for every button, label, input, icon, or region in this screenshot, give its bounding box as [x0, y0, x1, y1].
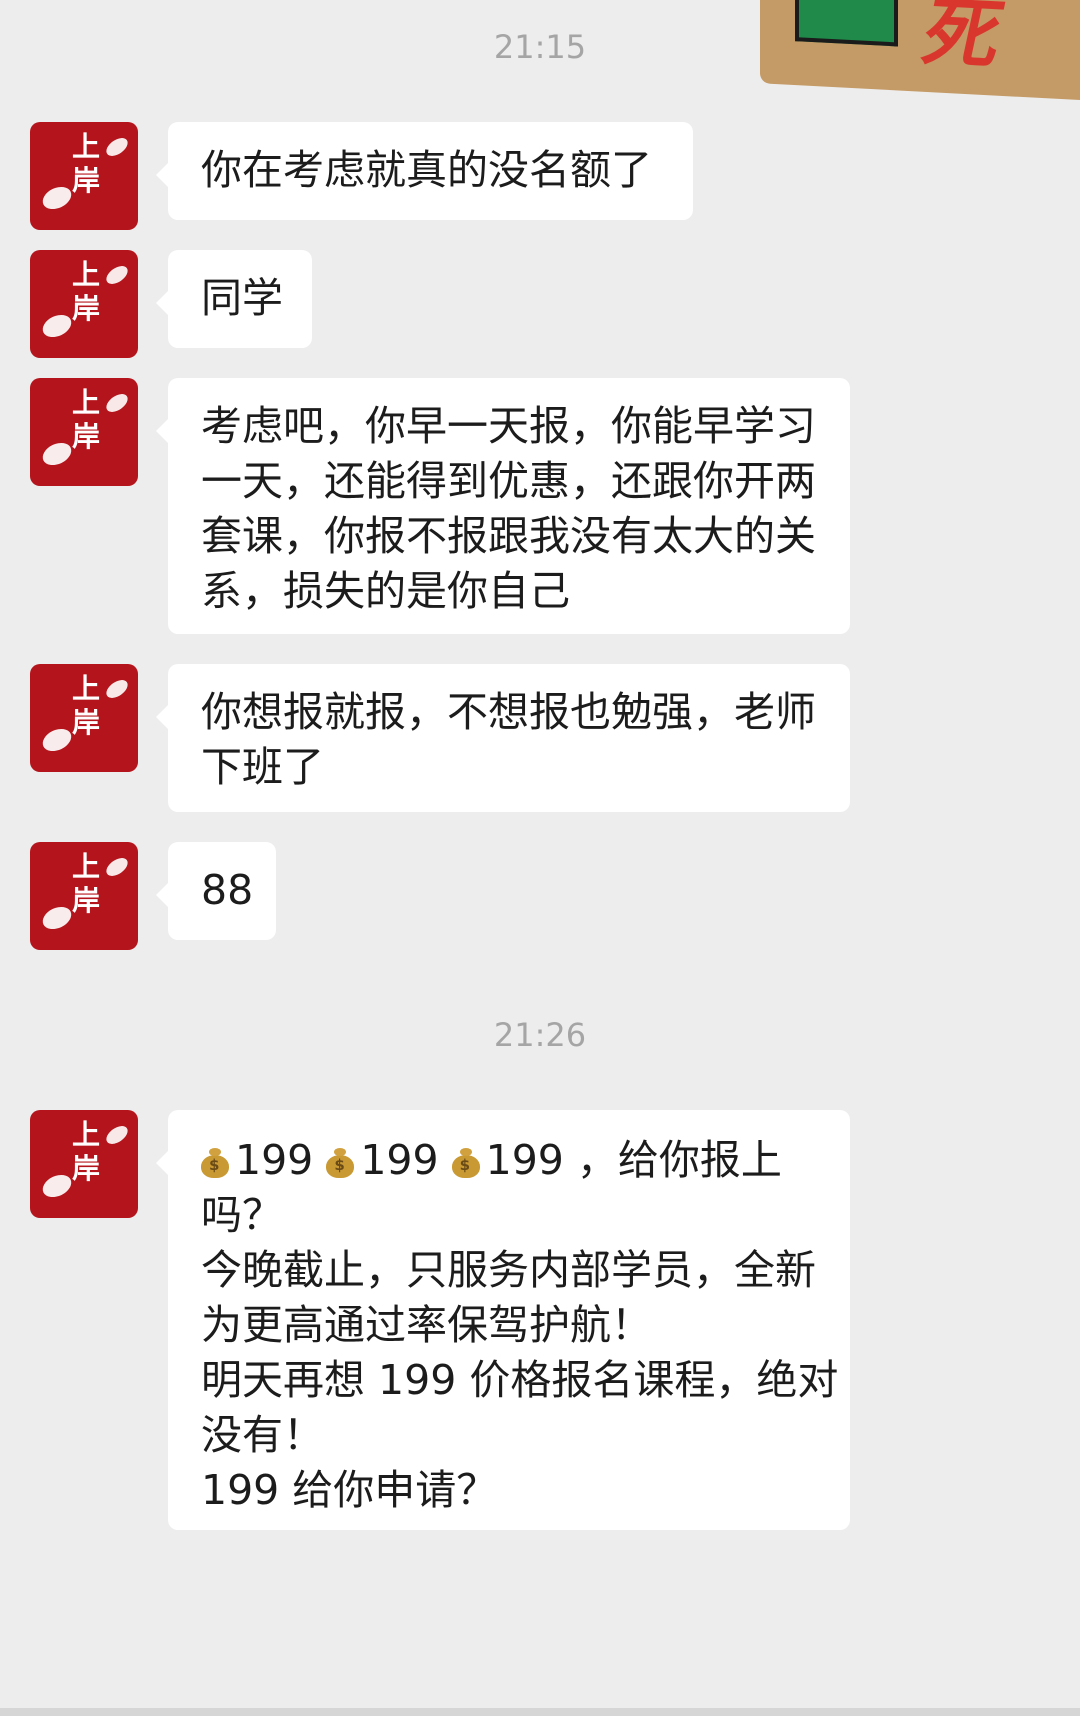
timestamp: 21:26 [493, 1016, 587, 1054]
avatar-logo-text: 上岸 [72, 672, 101, 739]
money-bag-tie-icon [459, 1148, 472, 1156]
money-bag-tie-icon [334, 1148, 347, 1156]
koi-icon [103, 1122, 131, 1148]
message-text: 明天再想 199 价格报名课程，绝对 [201, 1356, 839, 1404]
message-text: 一天，还能得到优惠，还跟你开两 [201, 457, 816, 505]
message-bubble[interactable]: 199 199 199 ，给你报上 吗？ 今晚截止，只服务内部学员，全新 为更高… [156, 1110, 850, 1530]
message-bubble[interactable]: 88 [156, 842, 276, 940]
message-bubble[interactable]: 考虑吧，你早一天报，你能早学习 一天，还能得到优惠，还跟你开两 套课，你报不报跟… [156, 378, 850, 634]
message-text: 套课，你报不报跟我没有太大的关 [201, 512, 816, 560]
koi-icon [39, 1170, 75, 1202]
chat-message: 上岸 同学 [30, 250, 312, 358]
koi-icon [103, 262, 131, 288]
koi-icon [39, 438, 75, 470]
avatar-logo-text: 上岸 [72, 850, 101, 917]
message-text: 199 给你申请？ [201, 1466, 498, 1514]
message-bubble[interactable]: 同学 [156, 250, 312, 348]
message-text: 88 [201, 866, 254, 914]
message-bubble[interactable]: 你在考虑就真的没名额了 [156, 122, 693, 220]
money-bag-tie-icon [209, 1148, 221, 1156]
message-text: 你在考虑就真的没名额了 [201, 146, 652, 194]
avatar[interactable]: 上岸 [30, 378, 138, 486]
message-text: 吗？ [201, 1191, 283, 1239]
avatar-logo-text: 上岸 [72, 130, 101, 197]
koi-icon [39, 310, 75, 342]
avatar-logo-text: 上岸 [72, 258, 101, 325]
koi-icon [103, 134, 131, 160]
koi-icon [39, 724, 75, 756]
price-text: 199 [360, 1136, 439, 1184]
koi-icon [39, 902, 75, 934]
chat-message: 上岸 你想报就报，不想报也勉强，老师 下班了 [30, 664, 850, 812]
avatar-logo-text: 上岸 [72, 386, 101, 453]
price-text: 199 [235, 1136, 314, 1184]
price-text: 199 ，给你报上 [485, 1136, 782, 1184]
message-price-line: 199 199 199 ，给你报上 [201, 1133, 817, 1188]
avatar[interactable]: 上岸 [30, 250, 138, 358]
message-bubble[interactable]: 你想报就报，不想报也勉强，老师 下班了 [156, 664, 850, 812]
koi-icon [103, 676, 131, 702]
koi-icon [103, 390, 131, 416]
bottom-divider [0, 1708, 1080, 1716]
message-text: 下班了 [201, 743, 324, 791]
avatar-logo-text: 上岸 [72, 1118, 101, 1185]
koi-icon [103, 854, 131, 880]
avatar[interactable]: 上岸 [30, 1110, 138, 1218]
money-bag-icon [201, 1148, 229, 1178]
avatar[interactable]: 上岸 [30, 842, 138, 950]
chat-message: 上岸 199 199 199 ，给你报上 吗？ 今晚截止，只服务内部学员，全新 … [30, 1110, 850, 1530]
money-bag-icon [451, 1148, 480, 1178]
avatar[interactable]: 上岸 [30, 122, 138, 230]
message-text: 你想报就报，不想报也勉强，老师 [201, 688, 816, 736]
money-bag-icon [326, 1148, 355, 1178]
chat-message: 上岸 88 [30, 842, 276, 950]
koi-icon [39, 182, 75, 214]
message-text: 同学 [201, 274, 283, 322]
timestamp: 21:15 [493, 28, 587, 66]
chat-message: 上岸 考虑吧，你早一天报，你能早学习 一天，还能得到优惠，还跟你开两 套课，你报… [30, 378, 850, 634]
message-text: 没有！ [201, 1411, 324, 1459]
message-text: 系，损失的是你自己 [201, 567, 570, 615]
message-text: 考虑吧，你早一天报，你能早学习 [201, 402, 816, 450]
chat-message: 上岸 你在考虑就真的没名额了 [30, 122, 693, 230]
avatar[interactable]: 上岸 [30, 664, 138, 772]
message-text: 为更高通过率保驾护航！ [201, 1301, 652, 1349]
message-text: 今晚截止，只服务内部学员，全新 [201, 1246, 816, 1294]
